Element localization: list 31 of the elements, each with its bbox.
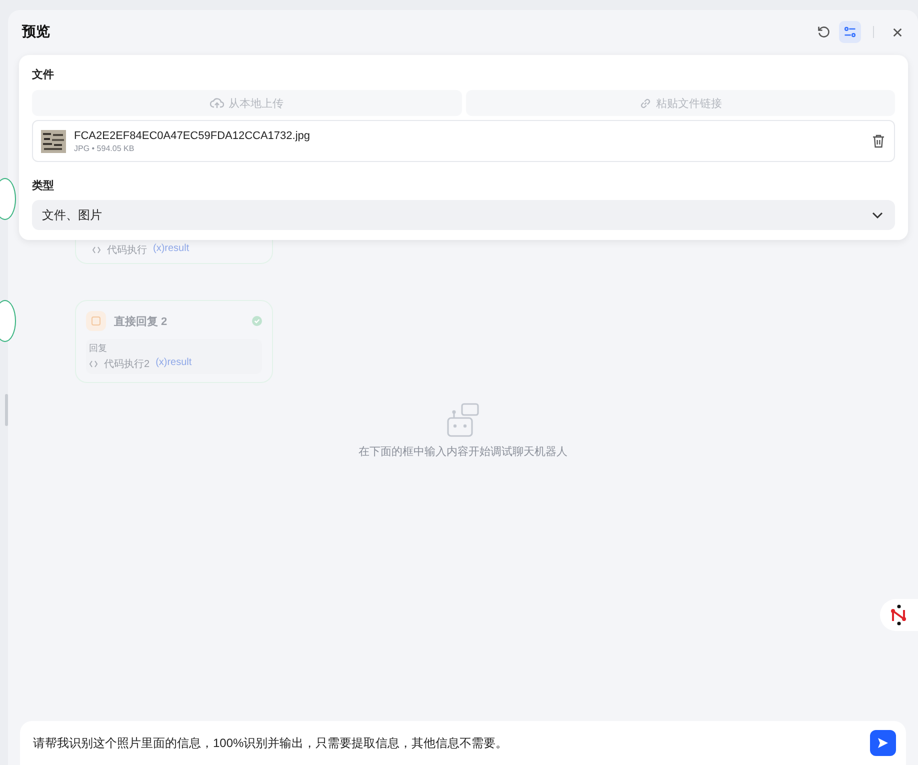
reference-variable: (x)result bbox=[153, 243, 190, 256]
send-icon bbox=[877, 737, 889, 749]
assistant-button[interactable] bbox=[880, 599, 918, 631]
code-icon bbox=[92, 246, 101, 254]
close-icon bbox=[892, 26, 902, 38]
section-label: 类型 bbox=[32, 178, 55, 193]
scrollbar bbox=[5, 394, 8, 426]
cloud-upload-icon bbox=[210, 97, 224, 109]
section-label: 文件 bbox=[32, 68, 55, 82]
refresh-icon bbox=[817, 25, 831, 39]
window-title: 预览 bbox=[22, 23, 50, 41]
robot-icon bbox=[445, 402, 481, 438]
reference-variable: (x)result bbox=[156, 357, 192, 370]
link-icon bbox=[638, 96, 652, 110]
chat-input[interactable]: 请帮我识别这个照片里面的信息，100%识别并输出，只需要提取信息，其他信息不需要。 bbox=[20, 721, 906, 765]
input-text: 请帮我识别这个照片里面的信息，100%识别并输出，只需要提取信息，其他信息不需要。 bbox=[33, 734, 508, 752]
reference-source: 代码执行 bbox=[107, 244, 147, 257]
type-select[interactable]: 文件、图片 bbox=[32, 200, 895, 230]
file-meta: JPG • 594.05 KB bbox=[74, 144, 136, 152]
reference-source: 代码执行2 bbox=[104, 358, 150, 371]
empty-state-message: 在下面的框中输入内容开始调试聊天机器人 bbox=[358, 444, 568, 459]
reply-icon bbox=[86, 311, 106, 331]
field-label: 回复 bbox=[89, 342, 108, 355]
settings-button[interactable] bbox=[839, 21, 861, 43]
send-button[interactable] bbox=[870, 730, 896, 756]
file-name: FCA2E2EF84EC0A47EC59FDA12CCA1732.jpg bbox=[74, 130, 312, 142]
chevron-down-icon bbox=[872, 212, 883, 218]
settings-icon bbox=[843, 25, 857, 39]
code-icon bbox=[89, 360, 98, 368]
node-title: 直接回复 2 bbox=[114, 314, 168, 328]
delete-icon[interactable] bbox=[870, 133, 886, 149]
